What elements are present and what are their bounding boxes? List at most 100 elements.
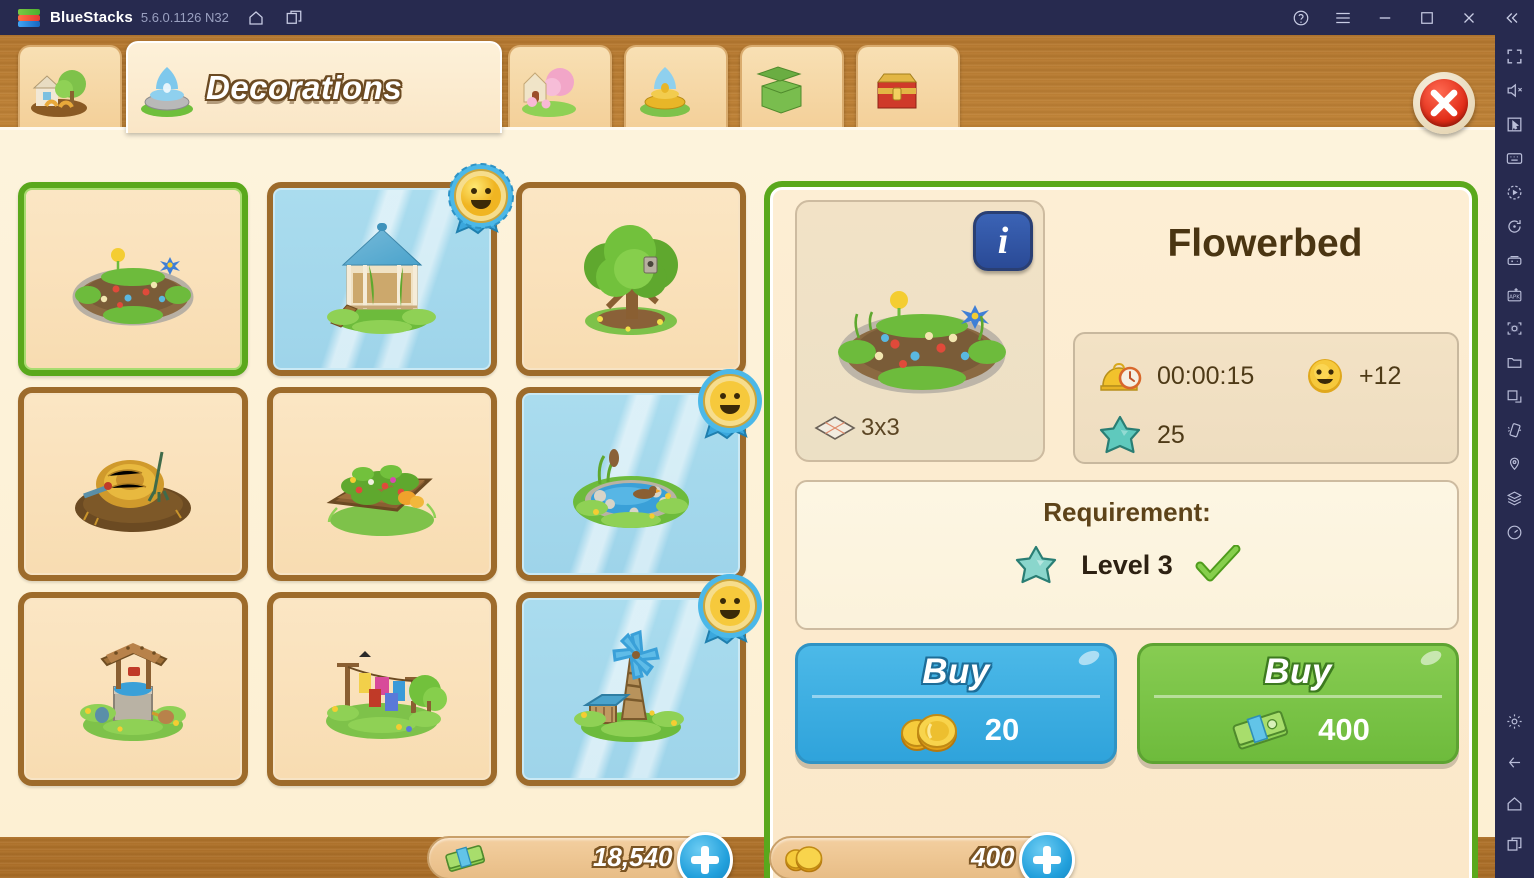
gamepad-icon[interactable] xyxy=(1500,245,1530,276)
cursor-icon[interactable] xyxy=(1500,109,1530,140)
collapse-icon[interactable] xyxy=(1500,7,1522,29)
pond-art xyxy=(556,424,706,544)
happiness-stat: +12 xyxy=(1305,356,1401,396)
tab-buildings[interactable] xyxy=(18,45,122,130)
back-arrow-icon[interactable] xyxy=(1500,747,1530,778)
minimize-icon[interactable] xyxy=(1374,7,1396,29)
recents-icon[interactable] xyxy=(1500,829,1530,860)
add-coins-button[interactable] xyxy=(1018,831,1075,878)
close-shop-button[interactable] xyxy=(1413,72,1475,134)
bluestacks-sidebar: APK xyxy=(1495,35,1534,878)
hardhat-clock-icon xyxy=(1100,362,1142,391)
add-cash-button[interactable] xyxy=(676,831,733,878)
currency-bar: 18,540 400 xyxy=(0,831,1495,878)
green-box-icon xyxy=(748,58,814,120)
tab-golden-fountain[interactable] xyxy=(624,45,728,130)
buy-cash-amount: 400 xyxy=(1318,712,1370,747)
divider xyxy=(812,695,1100,698)
multi-window-icon[interactable] xyxy=(1500,381,1530,412)
xp-stat: 25 xyxy=(1097,414,1185,456)
tab-storage[interactable] xyxy=(740,45,844,130)
help-icon[interactable] xyxy=(1290,7,1312,29)
tab-label-decorations: Decorations xyxy=(206,69,403,106)
red-chest-icon xyxy=(864,58,930,120)
shop-content-panel: i 3x3 Flowerbed 00:00:15 +12 25 Requirem… xyxy=(0,127,1495,878)
flowerbed-art xyxy=(58,219,208,339)
item-cell-pond[interactable] xyxy=(516,369,762,581)
app-version: 5.6.0.1126 N32 xyxy=(140,10,229,25)
install-apk-icon[interactable]: APK xyxy=(1500,279,1530,310)
item-cell-flowerbed[interactable] xyxy=(18,182,248,376)
buy-with-cash-button[interactable]: Buy 400 xyxy=(1137,643,1459,764)
requirement-row: Level 3 xyxy=(797,544,1457,586)
item-cell-windmill[interactable] xyxy=(516,574,762,786)
happy-award-badge-icon xyxy=(690,365,770,449)
item-cell-vegetable-garden[interactable] xyxy=(267,387,497,581)
garden-art xyxy=(307,424,457,544)
keyboard-icon[interactable] xyxy=(1500,143,1530,174)
location-icon[interactable] xyxy=(1500,449,1530,480)
game-viewport: Decorations i 3x3 Flowerbed 00:00:15 +12… xyxy=(0,35,1495,878)
speed-meter-icon[interactable] xyxy=(1500,517,1530,548)
app-title: BlueStacks xyxy=(50,9,133,26)
shop-tab-strip: Decorations xyxy=(0,35,1495,133)
window-close-icon[interactable] xyxy=(1458,7,1480,29)
clothesline-art xyxy=(307,629,457,749)
item-cell-clothesline[interactable] xyxy=(267,592,497,786)
window-titlebar: BlueStacks 5.6.0.1126 N32 xyxy=(0,0,1534,35)
mute-icon[interactable] xyxy=(1500,75,1530,106)
tab-chest[interactable] xyxy=(856,45,960,130)
info-icon[interactable]: i xyxy=(973,211,1033,271)
teal-star-icon xyxy=(1099,415,1141,454)
gold-coins-icon xyxy=(900,714,957,752)
grid-tile-icon xyxy=(814,416,856,440)
shake-icon[interactable] xyxy=(1500,415,1530,446)
bluestacks-logo-icon xyxy=(18,8,40,27)
blossom-house-icon xyxy=(516,58,582,120)
build-time-stat: 00:00:15 xyxy=(1097,356,1254,396)
coins-balance: 400 xyxy=(768,831,1075,878)
fullscreen-icon[interactable] xyxy=(1500,41,1530,72)
grid-row xyxy=(18,163,758,376)
buy-with-coins-button[interactable]: Buy 20 xyxy=(795,643,1117,764)
android-home-icon[interactable] xyxy=(1500,788,1530,819)
close-icon xyxy=(1420,79,1468,127)
buy-coins-amount: 20 xyxy=(984,712,1020,747)
cash-balance: 18,540 xyxy=(426,831,733,878)
gold-coins-icon xyxy=(784,845,822,872)
flowerbed-preview-art xyxy=(819,268,1025,403)
tab-premium-decorations[interactable] xyxy=(508,45,612,130)
item-title: Flowerbed xyxy=(1167,222,1363,265)
screenshot-icon[interactable] xyxy=(1500,313,1530,344)
multi-instance-icon[interactable] xyxy=(283,7,305,29)
cash-stack-icon xyxy=(1232,710,1289,750)
happy-award-badge-icon xyxy=(690,570,770,654)
farmhouse-icon xyxy=(26,58,92,120)
rotate-icon[interactable] xyxy=(1500,211,1530,242)
item-size: 3x3 xyxy=(813,414,900,442)
requirement-level: Level 3 xyxy=(1081,549,1173,580)
item-cell-wishing-well[interactable] xyxy=(18,592,248,786)
happiness-value: +12 xyxy=(1359,361,1402,390)
home-icon[interactable] xyxy=(245,7,267,29)
buy-cash-price: 400 xyxy=(1140,706,1456,754)
windmill-art xyxy=(556,629,706,749)
teal-star-icon xyxy=(1016,545,1057,584)
cash-stack-icon xyxy=(444,844,485,872)
divider xyxy=(1154,695,1442,698)
folder-icon[interactable] xyxy=(1500,347,1530,378)
golden-fountain-icon xyxy=(632,58,698,120)
settings-gear-icon[interactable] xyxy=(1500,706,1530,737)
macro-play-icon[interactable] xyxy=(1500,177,1530,208)
item-preview-box: i 3x3 xyxy=(795,200,1045,462)
gazebo-art xyxy=(307,219,457,339)
build-time-value: 00:00:15 xyxy=(1157,361,1255,390)
item-cell-big-tree[interactable] xyxy=(516,182,746,376)
item-cell-haystack[interactable] xyxy=(18,387,248,581)
item-cell-gazebo[interactable] xyxy=(267,163,514,376)
layers-icon[interactable] xyxy=(1500,483,1530,514)
maximize-icon[interactable] xyxy=(1416,7,1438,29)
grid-row xyxy=(18,574,762,786)
menu-icon[interactable] xyxy=(1332,7,1354,29)
tab-decorations[interactable]: Decorations xyxy=(126,41,502,133)
